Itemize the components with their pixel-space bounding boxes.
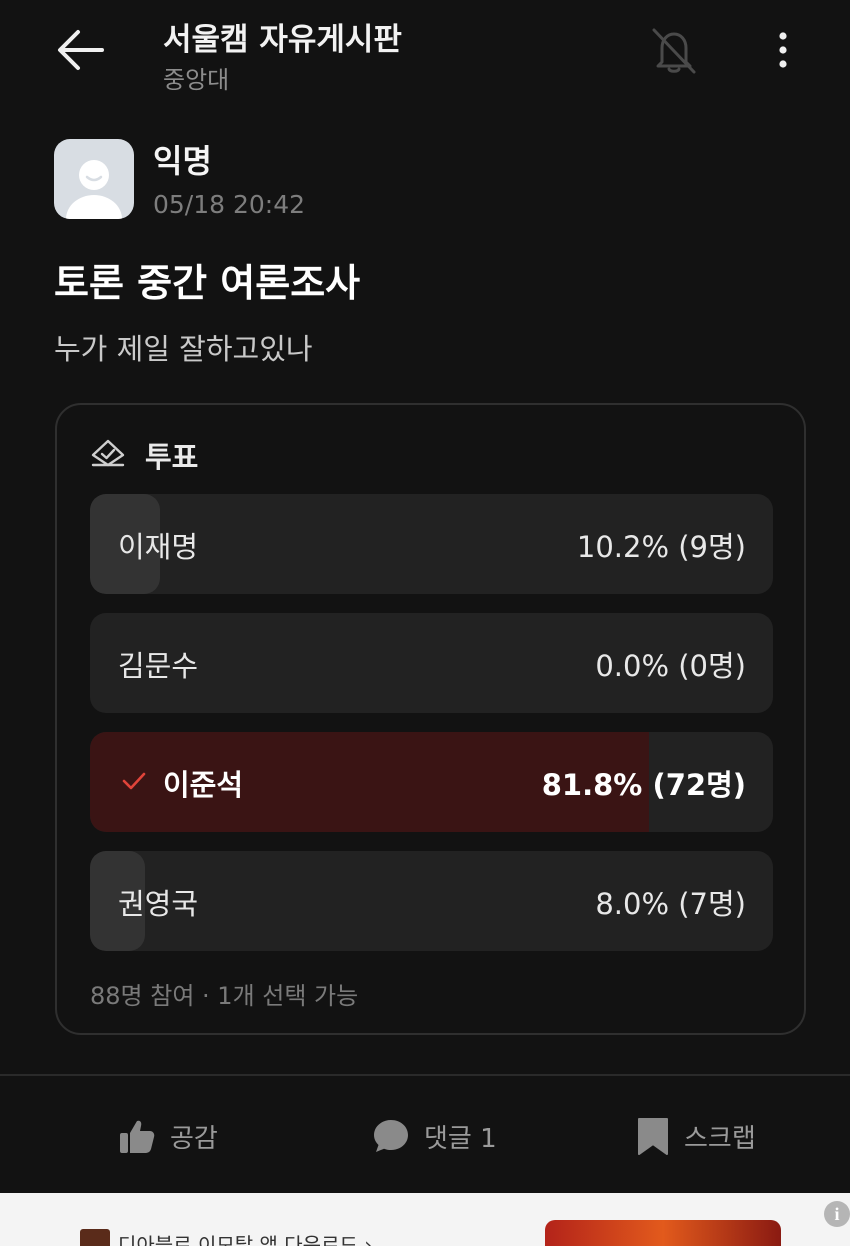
post-timestamp: 05/18 20:42 [153, 190, 306, 219]
poll-option-name: 김문수 [118, 649, 199, 683]
more-menu-button[interactable] [766, 28, 800, 72]
avatar [54, 139, 134, 219]
scrap-button[interactable]: 스크랩 [636, 1110, 756, 1162]
bell-off-icon [652, 28, 696, 74]
poll-option-selected[interactable]: 이준석 81.8% (72명) [90, 732, 773, 832]
poll-option[interactable]: 김문수 0.0% (0명) [90, 613, 773, 713]
poll-option-result: 10.2% (9명) [576, 530, 746, 564]
ad-image[interactable] [545, 1220, 781, 1246]
board-subtitle: 중앙대 [163, 66, 230, 94]
poll-option-result: 81.8% (72명) [541, 768, 746, 802]
poll-option[interactable]: 이재명 10.2% (9명) [90, 494, 773, 594]
like-button[interactable]: 공감 [118, 1110, 218, 1162]
poll-participation-info: 88명 참여 · 1개 선택 가능 [90, 982, 359, 1010]
bookmark-icon [638, 1118, 668, 1155]
like-label: 공감 [170, 1123, 218, 1154]
ad-text[interactable]: 디아블로 이모탈 앱 다운로드 › [118, 1229, 372, 1246]
back-button[interactable] [52, 22, 108, 78]
board-title: 서울캠 자유게시판 [163, 22, 402, 58]
author-name: 익명 [153, 142, 212, 180]
poll-option[interactable]: 권영국 8.0% (7명) [90, 851, 773, 951]
ad-banner[interactable]: 디아블로 이모탈 앱 다운로드 › i [0, 1193, 850, 1246]
ad-info-icon[interactable]: i [824, 1201, 850, 1227]
notification-toggle-button[interactable] [648, 26, 700, 76]
post-body: 누가 제일 잘하고있나 [54, 332, 313, 366]
poll-option-result: 8.0% (7명) [595, 887, 746, 921]
post-title: 토론 중간 여론조사 [54, 261, 361, 305]
arrow-left-icon [58, 30, 104, 70]
check-icon [122, 772, 146, 790]
poll-label: 투표 [145, 440, 199, 474]
scrap-label: 스크랩 [684, 1123, 756, 1154]
comment-label: 댓글 1 [424, 1123, 497, 1154]
poll-option-name: 권영국 [118, 887, 199, 921]
poll-option-name: 이준석 [163, 768, 244, 802]
game-logo-icon [80, 1229, 110, 1246]
poll-option-name: 이재명 [118, 530, 199, 564]
thumbs-up-icon [120, 1120, 155, 1153]
divider [0, 1074, 850, 1076]
comment-button[interactable]: 댓글 1 [372, 1110, 497, 1162]
poll-option-result: 0.0% (0명) [595, 649, 746, 683]
vote-icon [90, 435, 126, 469]
more-vertical-icon [779, 32, 787, 68]
default-profile-icon [66, 160, 122, 219]
comment-icon [374, 1120, 408, 1152]
